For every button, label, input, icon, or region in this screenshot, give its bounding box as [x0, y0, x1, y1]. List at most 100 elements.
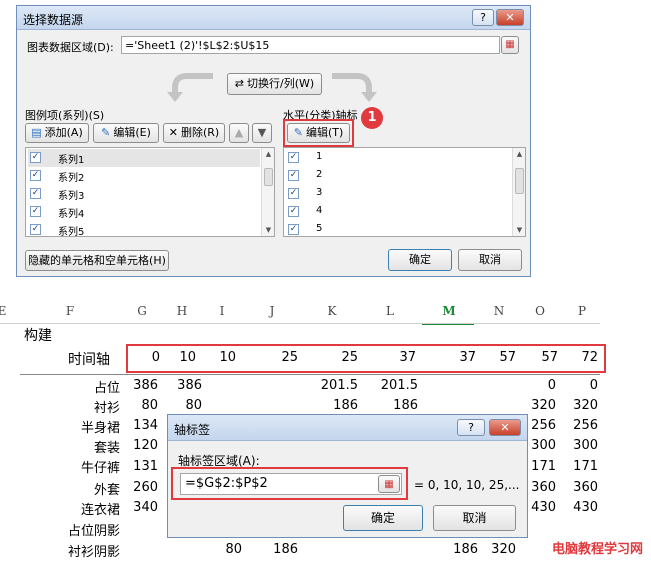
- down-arrow-icon: ▼: [257, 126, 267, 139]
- scroll-up-icon[interactable]: ▲: [264, 150, 273, 158]
- cell-value: 320: [531, 398, 556, 413]
- series-scrollbar[interactable]: ▲ ▼: [261, 148, 274, 236]
- list-item[interactable]: ✓ 系列1: [28, 149, 260, 167]
- hidden-empty-cells-button[interactable]: 隐藏的单元格和空单元格(H): [25, 250, 169, 271]
- cell-value: 171: [531, 459, 556, 474]
- cell-value: 80: [185, 398, 202, 413]
- checkbox[interactable]: ✓: [30, 206, 41, 217]
- column-header-n[interactable]: N: [489, 304, 509, 318]
- column-header-p[interactable]: P: [572, 304, 592, 318]
- switch-row-column-button[interactable]: ⇄ 切换行/列(W): [227, 73, 322, 95]
- cell-value: 320: [573, 398, 598, 413]
- scroll-up-icon[interactable]: ▲: [515, 150, 524, 158]
- add-series-button[interactable]: ▤ 添加(A): [25, 123, 89, 143]
- column-header-k[interactable]: K: [322, 304, 342, 318]
- checkbox[interactable]: ✓: [288, 170, 299, 181]
- row-label: 连衣裙: [80, 503, 120, 518]
- delete-series-button[interactable]: ✕ 删除(R): [163, 123, 225, 143]
- list-item[interactable]: ✓ 4: [286, 203, 511, 221]
- add-icon: ▤: [31, 126, 42, 139]
- cell-value: 256: [531, 418, 556, 433]
- cell-value: 186: [273, 542, 298, 557]
- close-button[interactable]: ✕: [489, 419, 521, 436]
- series-listbox[interactable]: ✓ 系列1 ✓ 系列2 ✓ 系列3 ✓ 系列4 ✓ 系列5 ▲ ▼: [25, 147, 275, 239]
- cell-value: 386: [177, 378, 202, 393]
- cell-value: 134: [133, 418, 158, 433]
- up-arrow-icon: ▲: [234, 126, 244, 139]
- list-item[interactable]: ✓ 1: [286, 149, 511, 167]
- cell-value: 0: [589, 378, 598, 393]
- cell-value: 186: [333, 398, 358, 413]
- axis-labels-listbox[interactable]: ✓ 1 ✓ 2 ✓ 3 ✓ 4 ✓ 5 ▲ ▼: [283, 147, 526, 237]
- list-item[interactable]: ✓ 系列4: [28, 203, 260, 221]
- column-header-j[interactable]: J: [262, 304, 282, 318]
- select-data-source-dialog: 选择数据源 ? ✕ 图表数据区域(D): ='Sheet1 (2)'!$L$2:…: [16, 5, 531, 277]
- axis-label: 1: [316, 151, 323, 162]
- checkbox[interactable]: ✓: [30, 152, 41, 163]
- checkbox[interactable]: ✓: [288, 188, 299, 199]
- scroll-down-icon[interactable]: ▼: [264, 226, 273, 234]
- column-header-f[interactable]: F: [60, 304, 80, 318]
- list-item[interactable]: ✓ 系列2: [28, 167, 260, 185]
- row-label: 占位阴影: [67, 524, 120, 539]
- axis-label: 5: [316, 223, 323, 234]
- checkbox[interactable]: ✓: [288, 206, 299, 217]
- row-label: 半身裙: [80, 421, 120, 436]
- cell-value: 201.5: [320, 378, 358, 393]
- column-header-m[interactable]: M: [438, 304, 460, 318]
- cancel-button[interactable]: 取消: [458, 249, 522, 271]
- column-header-i[interactable]: I: [212, 304, 232, 318]
- scroll-down-icon[interactable]: ▼: [515, 226, 524, 234]
- column-header-o[interactable]: O: [530, 304, 550, 318]
- list-item[interactable]: ✓ 系列3: [28, 185, 260, 203]
- row-label: 套装: [93, 441, 120, 456]
- checkbox[interactable]: ✓: [30, 224, 41, 235]
- axis-edit-highlight: [283, 119, 354, 147]
- axis-ok-button[interactable]: 确定: [343, 505, 423, 531]
- collapse-range-button[interactable]: ▦: [501, 36, 519, 54]
- ok-label: 确定: [370, 511, 395, 525]
- cell-value: 256: [573, 418, 598, 433]
- scrollbar-thumb[interactable]: [515, 168, 524, 194]
- column-header-e[interactable]: E: [0, 304, 8, 318]
- checkbox[interactable]: ✓: [288, 152, 299, 163]
- axis-labels-dialog: 轴标签 ? ✕ 轴标签区域(A): =$G$2:$P$2 ▦ = 0, 10, …: [167, 414, 528, 538]
- series-label: 系列3: [58, 191, 85, 202]
- column-header-g[interactable]: G: [132, 304, 152, 318]
- help-button[interactable]: ?: [457, 419, 485, 436]
- row-label: 牛仔裤: [80, 461, 120, 476]
- help-button[interactable]: ?: [472, 9, 494, 26]
- axis-cancel-button[interactable]: 取消: [433, 505, 516, 531]
- cell-value: 360: [573, 480, 598, 495]
- edit-icon: ✎: [101, 126, 111, 139]
- column-header-l[interactable]: L: [380, 304, 400, 318]
- cell-value: 80: [225, 542, 242, 557]
- step-badge: 1: [361, 107, 383, 129]
- axis-scrollbar[interactable]: ▲ ▼: [512, 148, 525, 236]
- timeline-underline: [20, 374, 600, 375]
- row-label: 外套: [93, 483, 120, 498]
- timeline-label: 时间轴: [68, 352, 110, 368]
- chart-range-input[interactable]: ='Sheet1 (2)'!$L$2:$U$15: [121, 36, 500, 54]
- move-up-button[interactable]: ▲: [229, 123, 249, 143]
- range-picker-icon: ▦: [505, 39, 515, 50]
- switch-button-label: 切换行/列(W): [247, 77, 315, 90]
- move-down-button[interactable]: ▼: [252, 123, 272, 143]
- edit-series-button[interactable]: ✎ 编辑(E): [93, 123, 159, 143]
- cell-value: 300: [573, 438, 598, 453]
- close-button[interactable]: ✕: [496, 9, 524, 26]
- ok-button[interactable]: 确定: [388, 249, 452, 271]
- column-header-h[interactable]: H: [172, 304, 192, 318]
- checkbox[interactable]: ✓: [30, 188, 41, 199]
- checkbox[interactable]: ✓: [30, 170, 41, 181]
- list-item[interactable]: ✓ 2: [286, 167, 511, 185]
- hidden-cells-label: 隐藏的单元格和空单元格(H): [28, 254, 166, 267]
- axis-preview: = 0, 10, 10, 25,...: [414, 478, 520, 492]
- scrollbar-thumb[interactable]: [264, 168, 273, 186]
- list-item[interactable]: ✓ 3: [286, 185, 511, 203]
- list-item[interactable]: ✓ 5: [286, 221, 511, 239]
- list-item[interactable]: ✓ 系列5: [28, 221, 260, 239]
- checkbox[interactable]: ✓: [288, 224, 299, 235]
- cell-value: 430: [531, 500, 556, 515]
- cancel-label: 取消: [479, 253, 501, 266]
